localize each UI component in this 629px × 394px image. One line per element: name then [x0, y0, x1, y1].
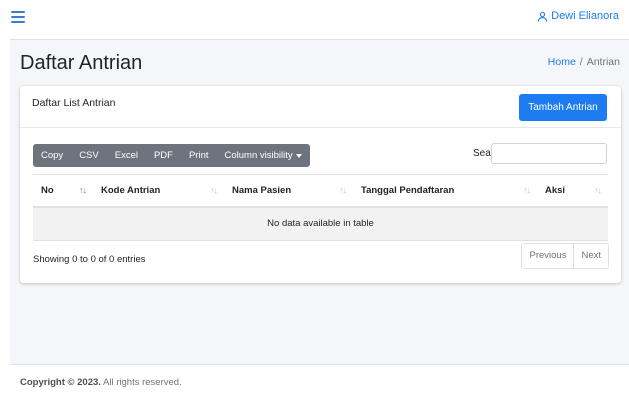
next-page-button[interactable]: Next: [573, 244, 608, 268]
user-menu[interactable]: Dewi Elianora: [537, 10, 619, 22]
queue-table: No ↑↓ Kode Antrian ↑↓ Nama Pasien ↑↓ Tangga…: [33, 174, 608, 241]
menu-toggle-icon[interactable]: [11, 11, 25, 23]
pdf-button[interactable]: PDF: [146, 144, 181, 167]
caret-down-icon: [295, 153, 302, 158]
add-queue-button[interactable]: Tambah Antrian: [519, 94, 607, 121]
column-header-aksi[interactable]: Aksi ↑↓: [537, 174, 608, 208]
search-input[interactable]: [491, 143, 607, 164]
footer-text: Copyright © 2023. All rights reserved.: [20, 377, 182, 388]
print-button[interactable]: Print: [181, 144, 217, 167]
copyright-text: Copyright © 2023.: [20, 377, 101, 388]
export-button-group: Copy CSV Excel PDF Print Column visibili…: [33, 144, 310, 167]
column-header-nama-pasien[interactable]: Nama Pasien ↑↓: [224, 174, 353, 208]
sort-icon: ↑↓: [339, 185, 347, 195]
page-title: Daftar Antrian: [20, 52, 143, 74]
sidebar-strip: [0, 0, 10, 394]
breadcrumb-home-link[interactable]: Home: [548, 56, 576, 68]
top-navbar: Dewi Elianora: [10, 0, 629, 40]
previous-page-button[interactable]: Previous: [522, 244, 574, 268]
column-visibility-button[interactable]: Column visibility: [217, 144, 310, 167]
queue-card: Daftar List Antrian Tambah Antrian Copy …: [20, 86, 621, 283]
user-name: Dewi Elianora: [551, 10, 619, 22]
breadcrumb: Home / Antrian: [548, 56, 620, 68]
excel-button[interactable]: Excel: [107, 144, 146, 167]
pagination: Previous Next: [521, 243, 609, 269]
rights-text: All rights reserved.: [103, 377, 182, 388]
card-header: Daftar List Antrian Tambah Antrian: [20, 86, 621, 128]
sort-icon: ↑↓: [523, 185, 531, 195]
column-header-kode-antrian[interactable]: Kode Antrian ↑↓: [93, 174, 224, 208]
column-header-no[interactable]: No ↑↓: [33, 174, 93, 208]
table-info: Showing 0 to 0 of 0 entries: [33, 254, 146, 265]
sort-icon: ↑↓: [594, 185, 602, 195]
user-icon: [537, 11, 548, 21]
breadcrumb-current: Antrian: [586, 56, 620, 68]
empty-table-message: No data available in table: [33, 206, 608, 241]
table-row: No data available in table: [33, 206, 608, 241]
column-header-tanggal-pendaftaran[interactable]: Tanggal Pendaftaran ↑↓: [353, 174, 537, 208]
sort-asc-icon: ↑↓: [79, 185, 87, 195]
card-title: Daftar List Antrian: [32, 97, 116, 109]
table-header-row: No ↑↓ Kode Antrian ↑↓ Nama Pasien ↑↓ Tangga…: [33, 174, 608, 208]
footer: Copyright © 2023. All rights reserved.: [10, 364, 629, 394]
breadcrumb-separator: /: [579, 56, 583, 68]
copy-button[interactable]: Copy: [33, 144, 71, 167]
sort-icon: ↑↓: [210, 185, 218, 195]
column-visibility-label: Column visibility: [224, 150, 293, 161]
csv-button[interactable]: CSV: [71, 144, 107, 167]
